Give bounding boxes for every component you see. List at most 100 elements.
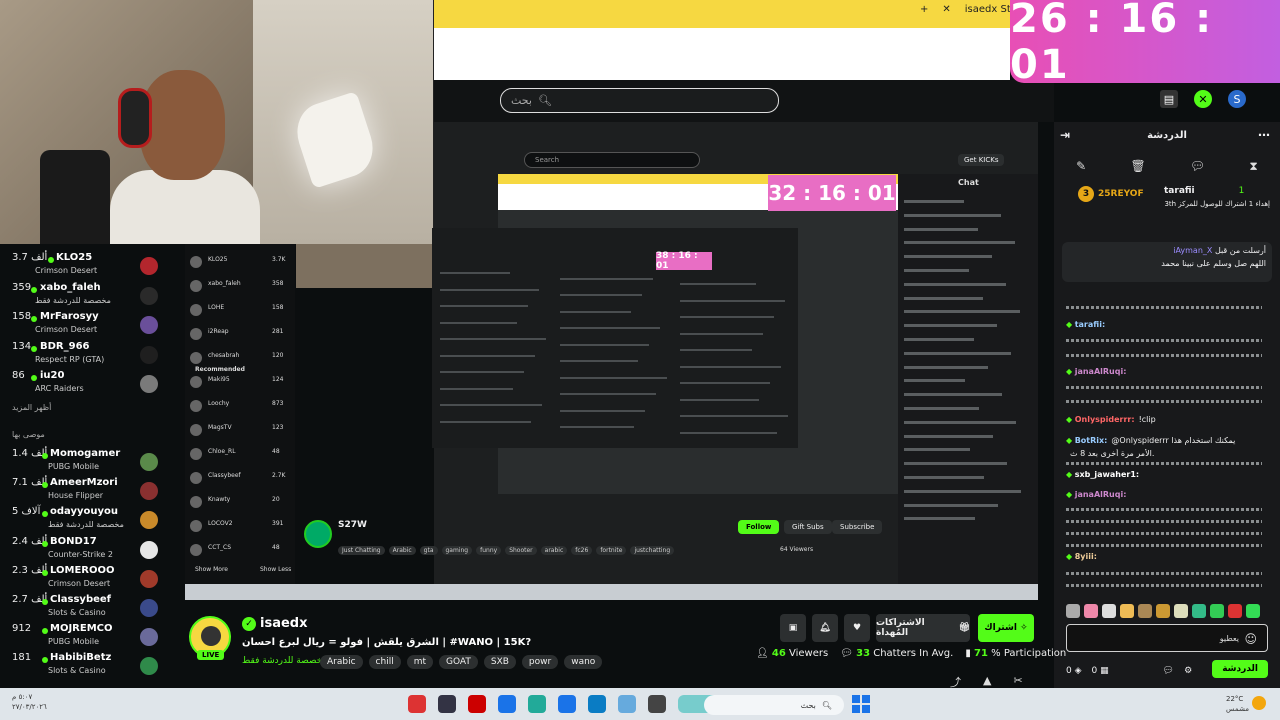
chat-message[interactable]: ◆ 8yiii: bbox=[1066, 552, 1266, 561]
windows-start-icon[interactable] bbox=[852, 695, 870, 713]
emote-icon[interactable] bbox=[1192, 604, 1206, 618]
sidebar-channel[interactable]: 3.7 ألف KLO25 Crimson Desert bbox=[8, 252, 178, 281]
more-options-icon[interactable]: ⋯ bbox=[1258, 128, 1270, 142]
chat-message[interactable]: ◆ BotRix: @Onlyspiderrr يمكنك استخدام هذا bbox=[1066, 436, 1266, 445]
sidebar-recommended-channel[interactable]: 2.3 ألف LOMEROOO Crimson Desert bbox=[8, 565, 178, 594]
emote-icon[interactable] bbox=[1156, 604, 1170, 618]
taskbar-app-icon[interactable] bbox=[438, 695, 456, 713]
stream-tag[interactable]: mt bbox=[406, 655, 433, 669]
taskbar-app-icon[interactable] bbox=[528, 695, 546, 713]
sidebar-channel[interactable]: 86 iu20 ARC Raiders bbox=[8, 370, 178, 399]
sidebar-recommended-channel[interactable]: 5 آلاف odayyouyou مخصصة للدردشة فقط bbox=[8, 506, 178, 535]
chat-username[interactable]: 8yiii: bbox=[1075, 552, 1097, 561]
kick-logo-icon[interactable]: ✕ bbox=[1194, 90, 1212, 108]
chat-message[interactable]: ◆ Onlyspiderrr: !clip bbox=[1066, 415, 1266, 424]
taskbar-search[interactable]: بحث 🔍︎ bbox=[704, 695, 844, 715]
chat-bubble-icon[interactable]: 💬︎ bbox=[1190, 159, 1205, 173]
chat-message[interactable]: ◆ sxb_jawaher1: bbox=[1066, 470, 1266, 479]
chat-message[interactable]: ◆ janaAlRuqi: bbox=[1066, 490, 1266, 499]
sidebar-show-more[interactable]: أظهر المزيد bbox=[12, 403, 51, 412]
chat-username[interactable]: tarafii: bbox=[1075, 320, 1105, 329]
chat-input[interactable]: يعطيو ☺ bbox=[1066, 624, 1268, 652]
capture-grid-line bbox=[560, 376, 667, 379]
stream-tag[interactable]: SXB bbox=[483, 655, 516, 669]
theater-mode-button[interactable]: ▣ bbox=[780, 614, 806, 642]
sidebar-recommended-channel[interactable]: 181 HabibiBetz Slots & Casino bbox=[8, 652, 178, 681]
taskbar-app-icon[interactable] bbox=[618, 695, 636, 713]
sidebar-recommended-channel[interactable]: 1.4 ألف Momogamer PUBG Mobile bbox=[8, 448, 178, 477]
sidebar-recommended-channel[interactable]: 7.1 ألف AmeerMzori House Flipper bbox=[8, 477, 178, 506]
stream-tag[interactable]: GOAT bbox=[439, 655, 478, 669]
close-tab-icon[interactable]: ✕ bbox=[942, 4, 950, 15]
sidebar-channel[interactable]: 158 MrFarosyy Crimson Desert bbox=[8, 311, 178, 340]
pinned-message[interactable]: أرسلت من قبل iAyman_X اللهم صل وسلم على … bbox=[1062, 242, 1272, 282]
chat-username[interactable]: sxb_jawaher1: bbox=[1075, 470, 1139, 479]
user-avatar-icon[interactable]: S bbox=[1228, 90, 1246, 108]
points-counter: 0 ◈ bbox=[1066, 666, 1082, 676]
stream-tag[interactable]: Arabic bbox=[320, 655, 363, 669]
favorite-button[interactable]: ♥ bbox=[844, 614, 870, 642]
chat-message[interactable]: الأمر مرة أخرى بعد 8 ث. bbox=[1066, 449, 1266, 458]
chat-send-button[interactable]: الدردشة bbox=[1212, 660, 1268, 678]
notification-button[interactable]: 🔔︎ bbox=[812, 614, 838, 642]
emote-icon[interactable] bbox=[1138, 604, 1152, 618]
taskbar-app-icon[interactable] bbox=[588, 695, 606, 713]
emote-icon[interactable] bbox=[1210, 604, 1224, 618]
sidebar-recommended-channel[interactable]: 2.7 ألف Classybeef Slots & Casino bbox=[8, 594, 178, 623]
sidebar-channel[interactable]: 359 xabo_faleh مخصصة للدردشة فقط bbox=[8, 282, 178, 311]
taskbar-app-icon[interactable] bbox=[408, 695, 426, 713]
chat-username[interactable]: BotRix: bbox=[1075, 436, 1108, 445]
taskbar-app-icon[interactable] bbox=[468, 695, 486, 713]
emote-icon[interactable] bbox=[1228, 604, 1242, 618]
chat-spam-line bbox=[1066, 339, 1262, 342]
taskbar-app-icon[interactable] bbox=[558, 695, 576, 713]
new-tab-icon[interactable]: + bbox=[920, 4, 928, 15]
hourglass-icon[interactable]: ⧗ bbox=[1249, 159, 1257, 174]
emote-icon[interactable] bbox=[1084, 604, 1098, 618]
streamer-name[interactable]: isaedx bbox=[260, 616, 307, 631]
gifter-note: إهداء 1 اشتراك للوصول للمركز 3th bbox=[1164, 200, 1270, 208]
pin-icon[interactable]: ✎ bbox=[1076, 159, 1086, 173]
emoji-icon[interactable]: ☺ bbox=[1244, 632, 1257, 646]
collapse-chat-icon[interactable]: ⇥ bbox=[1060, 128, 1070, 142]
emote-icon[interactable] bbox=[1174, 604, 1188, 618]
emote-icon[interactable] bbox=[1102, 604, 1116, 618]
search-icon: 🔍︎ bbox=[821, 700, 832, 710]
site-search-input[interactable]: 🔍︎ بحث bbox=[500, 88, 779, 113]
capture-grid-line bbox=[560, 393, 656, 395]
chat-message[interactable]: ◆ tarafii: bbox=[1066, 320, 1266, 329]
chat-username[interactable]: janaAlRuqi: bbox=[1075, 490, 1127, 499]
channel-avatar bbox=[140, 569, 158, 588]
settings-gear-icon[interactable]: ⚙ bbox=[1184, 666, 1192, 676]
wallet-icon[interactable]: ▤ bbox=[1160, 90, 1178, 108]
capture-grid-line bbox=[440, 387, 513, 390]
taskbar-app-icon[interactable] bbox=[648, 695, 666, 713]
chat-message[interactable]: ◆ janaAlRuqi: bbox=[1066, 367, 1266, 376]
sidebar-channel[interactable]: 134 BDR_966 Respect RP (GTA) bbox=[8, 341, 178, 370]
chat-username[interactable]: Onlyspiderrr: bbox=[1075, 415, 1135, 424]
capture-tag: funny bbox=[476, 546, 502, 555]
chat-settings-icon[interactable]: 💬︎ bbox=[1163, 666, 1174, 676]
star-icon: ✧ bbox=[1020, 623, 1028, 633]
gift-subs-button[interactable]: الاشتراكات المُهداة 🎁︎ bbox=[876, 614, 970, 642]
emote-icon[interactable] bbox=[1120, 604, 1134, 618]
capture-chat-line bbox=[904, 420, 1016, 424]
live-dot-icon bbox=[42, 657, 48, 664]
chat-username[interactable]: janaAlRuqi: bbox=[1075, 367, 1127, 376]
trash-icon[interactable]: 🗑︎ bbox=[1130, 159, 1145, 173]
emote-icon[interactable] bbox=[1066, 604, 1080, 618]
stream-category[interactable]: مخصصة للدردشة فقط bbox=[242, 656, 327, 666]
subscribe-button[interactable]: اشتراك ✧ bbox=[978, 614, 1034, 642]
gifter-name: 25REYOF bbox=[1098, 189, 1144, 199]
taskbar-app-icon[interactable] bbox=[498, 695, 516, 713]
stream-tag[interactable]: chill bbox=[368, 655, 401, 669]
sidebar-recommended-channel[interactable]: 912 MOJREMCO PUBG Mobile bbox=[8, 623, 178, 652]
stream-tag[interactable]: wano bbox=[564, 655, 603, 669]
stream-tag[interactable]: powr bbox=[521, 655, 559, 669]
channel-avatar bbox=[140, 286, 158, 305]
channel-category: ARC Raiders bbox=[35, 384, 84, 393]
capture-streamer-name: S27W bbox=[338, 520, 367, 530]
emote-icon[interactable] bbox=[1246, 604, 1260, 618]
capture-channel-name: KLO25 bbox=[208, 256, 228, 263]
sidebar-recommended-channel[interactable]: 2.4 ألف BOND17 Counter-Strike 2 bbox=[8, 536, 178, 565]
